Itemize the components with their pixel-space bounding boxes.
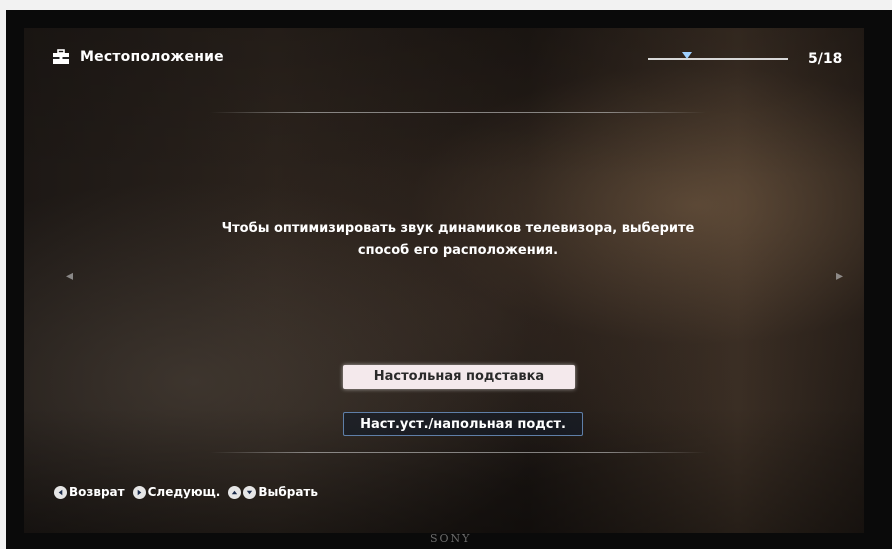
toolbox-icon	[52, 48, 70, 66]
next-hint[interactable]: Следующ.	[132, 485, 221, 499]
option-wall-floor-stand[interactable]: Наст.уст./напольная подст.	[343, 412, 583, 436]
instruction-message: Чтобы оптимизировать звук динамиков теле…	[140, 218, 776, 262]
bottom-divider	[210, 452, 706, 453]
top-divider	[210, 112, 706, 113]
instruction-line-1: Чтобы оптимизировать звук динамиков теле…	[221, 221, 695, 236]
tv-screen	[24, 28, 864, 533]
option-table-stand[interactable]: Настольная подставка	[343, 365, 575, 389]
wizard-progress-bar	[648, 58, 788, 60]
chevron-left-icon[interactable]: ◂	[66, 268, 73, 284]
circle-arrow-left-icon	[54, 485, 67, 499]
back-label: Возврат	[69, 485, 125, 499]
chevron-right-icon[interactable]: ▸	[836, 268, 843, 284]
select-label: Выбрать	[258, 485, 318, 499]
footer-help: Возврат Следующ. Выбрать	[54, 485, 326, 499]
circle-arrow-right-icon	[132, 485, 146, 499]
next-label: Следующ.	[147, 485, 221, 499]
back-hint[interactable]: Возврат	[54, 485, 125, 499]
instruction-line-2: способ его расположения.	[357, 243, 559, 258]
page-counter: 5/18	[808, 51, 843, 67]
brand-logo: SONY	[430, 532, 472, 545]
progress-marker-icon	[682, 52, 692, 59]
page-title: Местоположение	[80, 49, 224, 65]
header: Местоположение	[52, 48, 224, 66]
circle-arrow-down-icon	[243, 485, 257, 499]
select-hint[interactable]: Выбрать	[228, 485, 318, 499]
circle-arrow-up-icon	[228, 485, 242, 499]
